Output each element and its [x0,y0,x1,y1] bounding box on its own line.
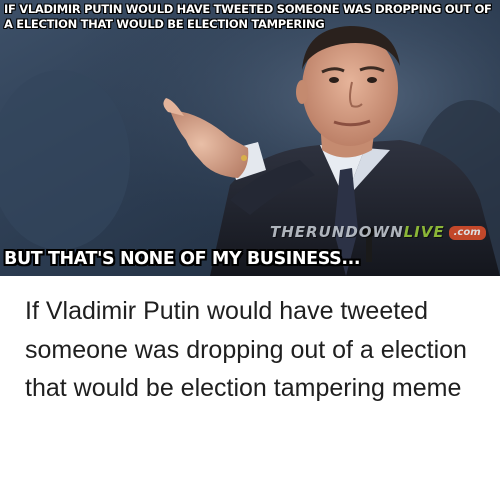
watermark-suffix: .com [448,226,486,240]
site-watermark: THERUNDOWNLIVE .com [270,223,486,241]
watermark-accent: LIVE [403,223,445,241]
meme-top-caption: IF VLADIMIR PUTIN WOULD HAVE TWEETED SOM… [4,2,492,31]
meme-description: If Vladimir Putin would have tweeted som… [25,297,467,402]
watermark-main: THERUNDOWN [270,223,404,241]
meme-bottom-caption: BUT THAT'S NONE OF MY BUSINESS... [4,249,361,269]
meme-image[interactable]: IF VLADIMIR PUTIN WOULD HAVE TWEETED SOM… [0,0,500,276]
